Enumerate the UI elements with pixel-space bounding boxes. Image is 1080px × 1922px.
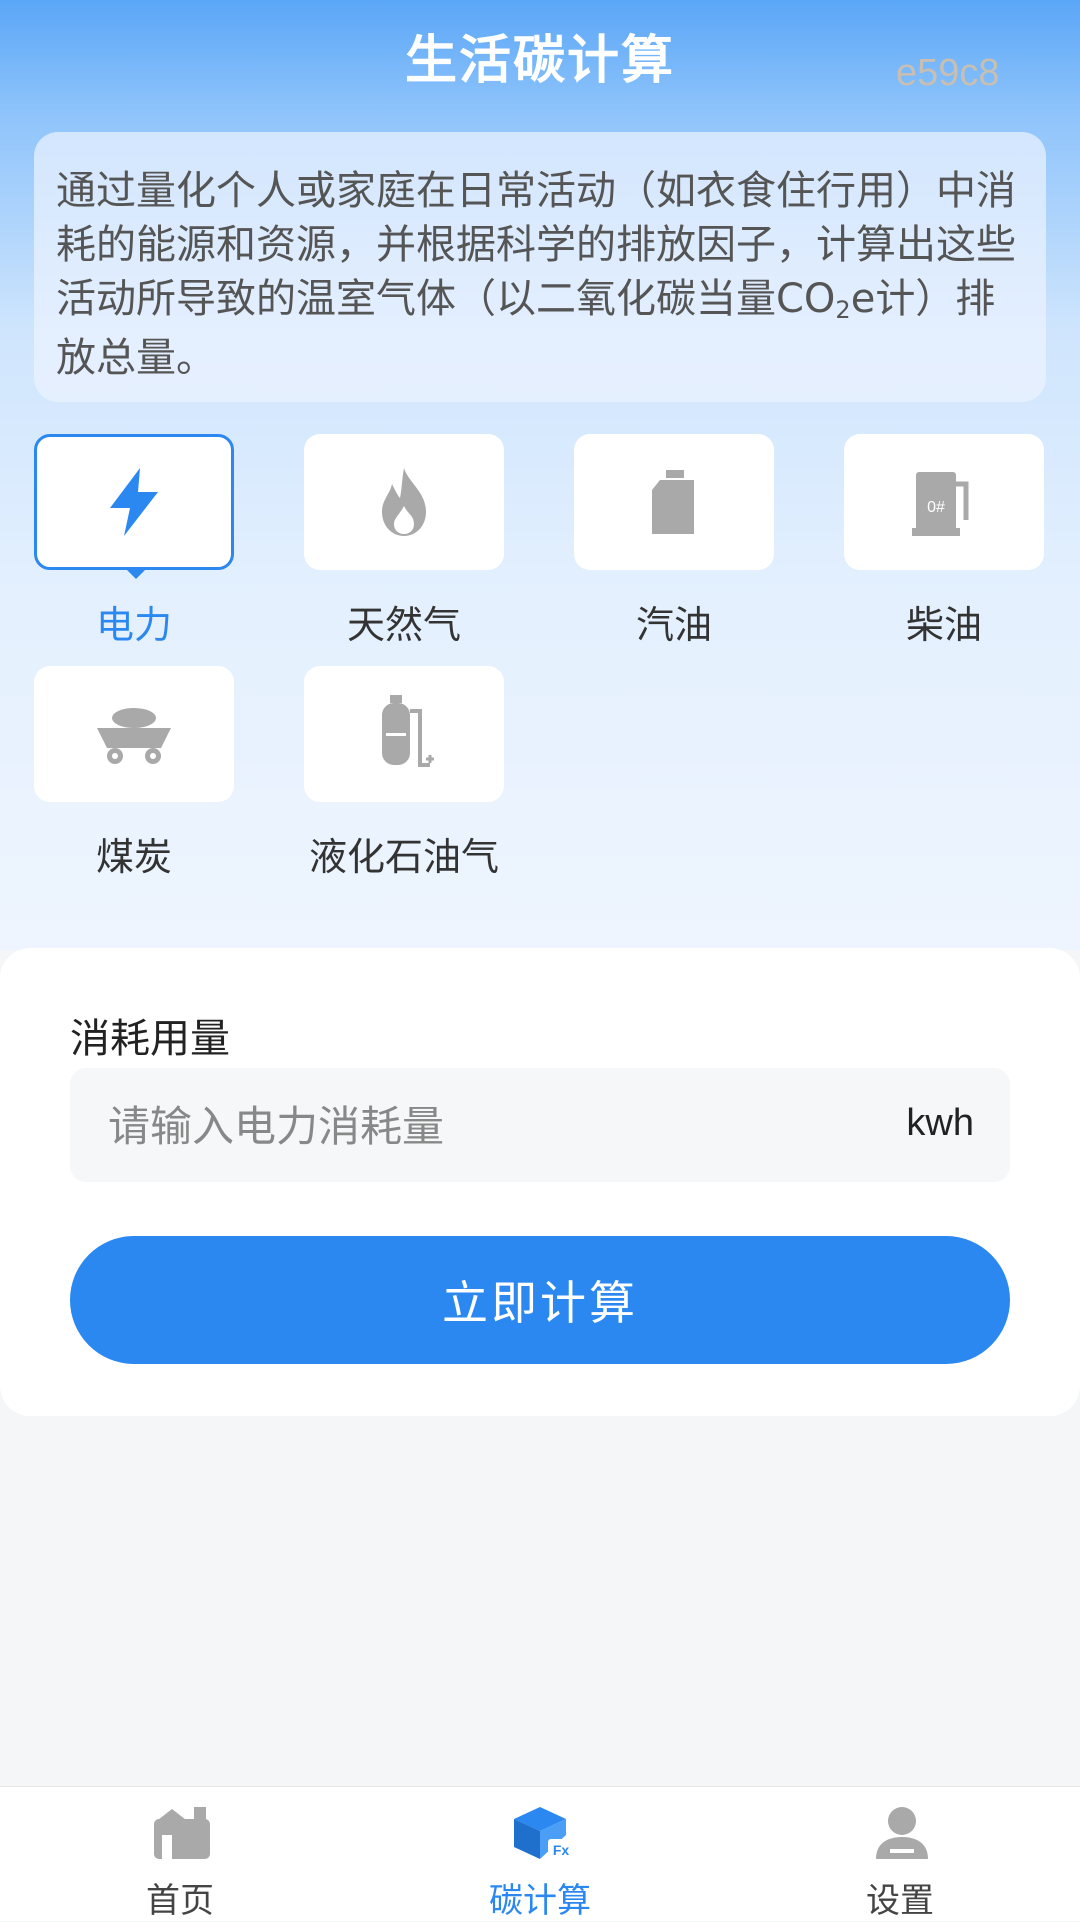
pump-label-text: 0# — [927, 499, 945, 516]
description-subscript: 2 — [835, 296, 851, 324]
category-label-gasoline: 汽油 — [635, 603, 712, 647]
lightning-icon — [110, 468, 158, 536]
bottom-nav: 首页 Fx 碳计算 设置 — [0, 1786, 1080, 1921]
category-tile-lpg[interactable] — [304, 666, 504, 802]
fuel-pump-icon: 0# — [912, 472, 969, 536]
consumption-title: 消耗用量 — [70, 1016, 230, 1062]
flame-icon — [382, 468, 426, 536]
nav-label-settings: 设置 — [866, 1881, 934, 1921]
watermark-text: e59c8 — [896, 52, 1000, 94]
calculate-button[interactable]: 立即计算 — [70, 1236, 1010, 1364]
category-label-coal: 煤炭 — [95, 835, 172, 879]
category-tile-gasoline[interactable] — [574, 434, 774, 570]
carbon-calc-icon: Fx — [514, 1807, 574, 1859]
category-label-lpg: 液化石油气 — [308, 835, 499, 879]
unit-label: kwh — [906, 1102, 974, 1144]
category-label-natural-gas: 天然气 — [346, 603, 461, 647]
category-tile-coal[interactable] — [34, 666, 234, 802]
consumption-card: 消耗用量 kwh 立即计算 — [0, 948, 1080, 1416]
nav-label-home: 首页 — [146, 1881, 214, 1921]
nav-item-settings[interactable]: 设置 — [780, 1787, 1020, 1921]
coal-cart-icon — [97, 708, 171, 764]
category-tile-diesel[interactable]: 0# — [844, 434, 1044, 570]
nav-item-home[interactable]: 首页 — [60, 1787, 300, 1921]
user-icon — [876, 1807, 928, 1859]
nav-item-carbon-calc[interactable]: Fx 碳计算 — [420, 1787, 660, 1921]
fuel-can-icon — [652, 470, 694, 534]
nav-label-carbon-calc: 碳计算 — [489, 1881, 591, 1921]
category-label-electricity: 电力 — [95, 603, 172, 647]
consumption-input[interactable] — [106, 1068, 850, 1184]
consumption-input-box: kwh — [70, 1068, 1010, 1184]
description-box: 通过量化个人或家庭在日常活动（如衣食住行用）中消耗的能源和资源，并根据科学的排放… — [34, 132, 1046, 402]
category-tile-natural-gas[interactable] — [304, 434, 504, 570]
gas-cylinder-icon — [382, 695, 434, 767]
category-label-diesel: 柴油 — [905, 603, 982, 647]
svg-text:Fx: Fx — [553, 1842, 570, 1858]
home-icon — [154, 1807, 210, 1859]
category-tile-electricity[interactable] — [34, 434, 234, 579]
